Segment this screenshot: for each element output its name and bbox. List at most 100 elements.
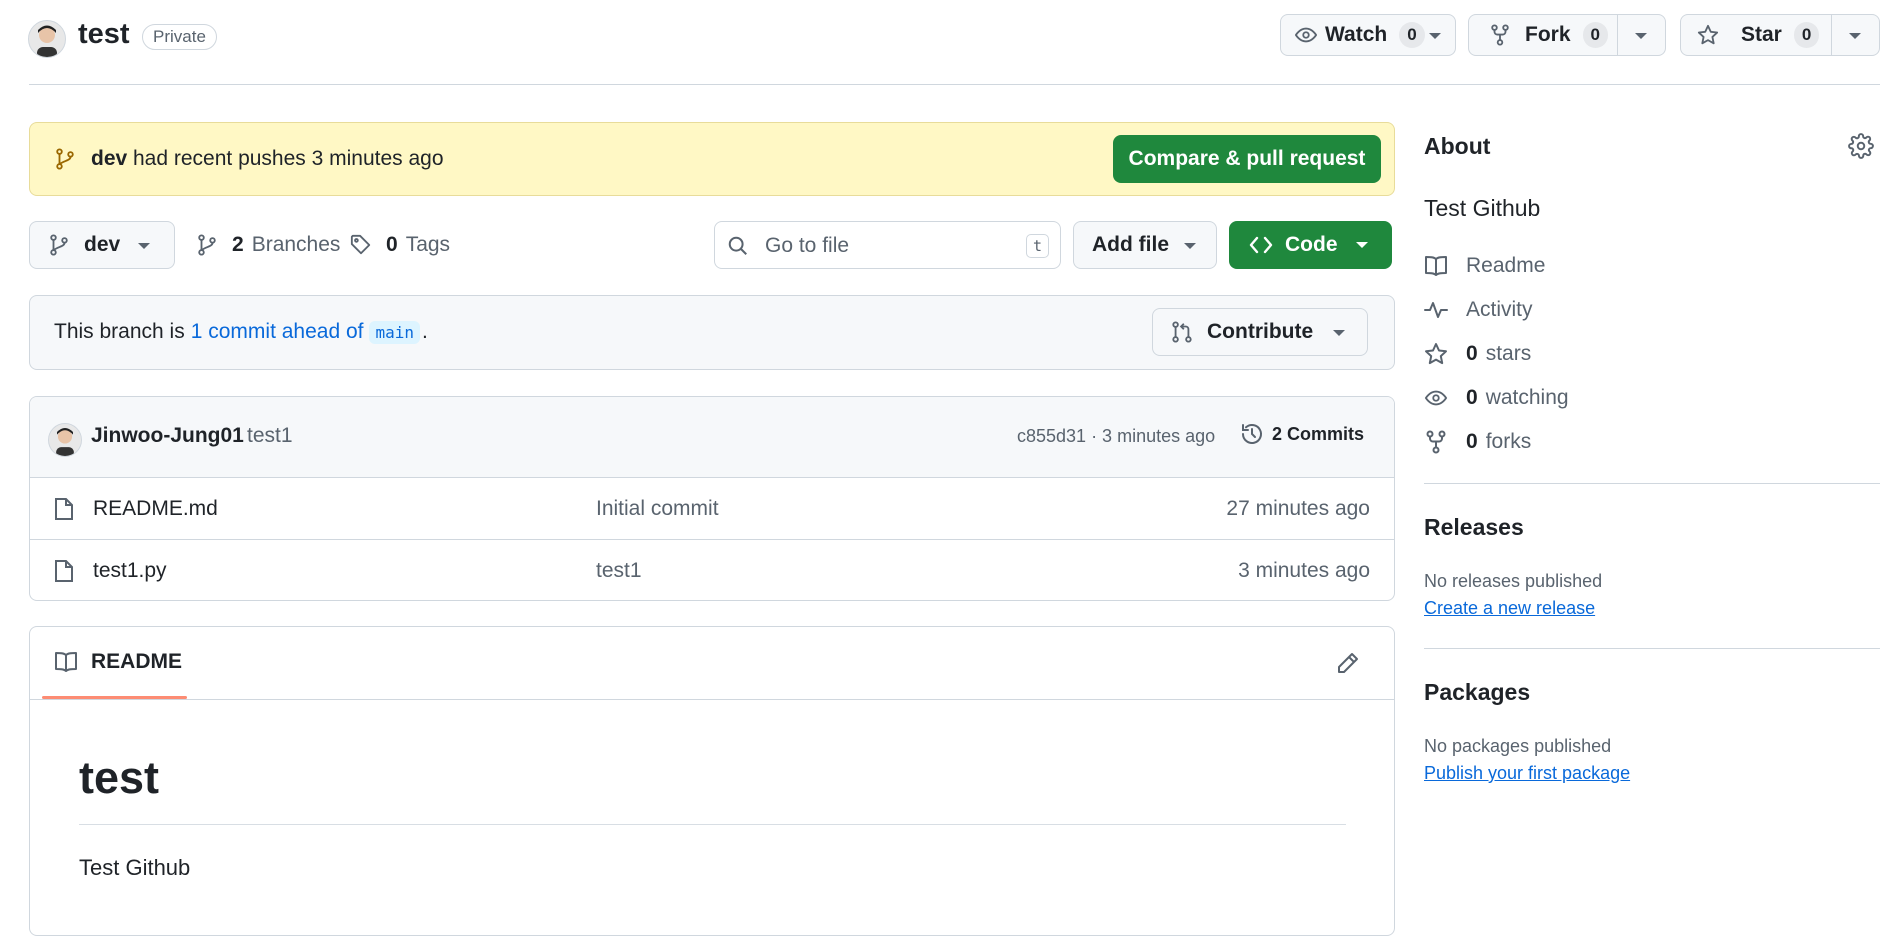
tags-label: Tags [405,233,451,256]
search-icon [727,235,749,257]
eye-icon [1295,24,1317,46]
file-icon [54,559,74,583]
about-readme-link[interactable]: Readme [1424,254,1545,278]
branch-status-prefix: This branch is [54,320,185,343]
sidebar-divider [1424,483,1880,484]
readme-tab[interactable]: README [42,627,187,699]
eye-icon [1424,387,1466,409]
readme-body: Test Github [79,855,191,880]
publish-package-link[interactable]: Publish your first package [1424,763,1630,784]
commit-author[interactable]: Jinwoo-Jung01 [91,424,244,448]
releases-empty-text: No releases published [1424,571,1603,591]
go-to-file-input[interactable]: Go to file t [714,221,1061,269]
branch-selector[interactable]: dev [29,221,175,269]
shortcut-key: t [1025,234,1049,258]
commits-link[interactable]: 2 Commits [1240,422,1364,446]
commits-ahead-link[interactable]: 1 commit ahead of [191,320,364,344]
fork-icon [1424,430,1466,454]
about-stars-link[interactable]: 0 stars [1424,342,1531,366]
fork-button[interactable]: Fork 0 [1468,14,1666,56]
packages-empty-text: No packages published [1424,736,1612,756]
readme-heading: test [79,752,160,803]
packages-title[interactable]: Packages [1424,679,1530,706]
about-activity-link[interactable]: Activity [1424,298,1533,322]
fork-count: 0 [1582,22,1608,48]
file-name[interactable]: test1.py [93,559,167,583]
add-file-button[interactable]: Add file [1073,221,1217,269]
recent-pushes-banner: dev had recent pushes 3 minutes ago Comp… [29,122,1395,196]
book-icon [54,651,78,673]
banner-branch-name[interactable]: dev [91,147,127,171]
branch-status-box: This branch is 1 commit ahead of main . … [29,295,1395,370]
commit-meta[interactable]: c855d31 · 3 minutes ago [1017,426,1215,447]
tags-link[interactable]: 0 Tags [350,233,450,257]
repo-avatar[interactable] [28,20,66,58]
compare-pull-request-label: Compare & pull request [1128,147,1366,170]
file-commit-message[interactable]: test1 [596,559,642,583]
base-branch-label[interactable]: main [369,320,421,344]
branches-count: 2 [232,233,244,256]
pull-request-icon [1171,321,1193,343]
about-description: Test Github [1424,195,1541,221]
star-icon [1697,24,1719,46]
readme-heading-rule [79,824,1346,825]
star-count: 0 [1793,22,1820,48]
pulse-icon [1424,299,1466,321]
branch-icon [196,234,218,256]
latest-commit-row: Jinwoo-Jung01 test1 c855d31 · 3 minutes … [30,397,1394,477]
code-label: Code [1285,233,1338,256]
stars-label: stars [1485,342,1532,365]
watching-count: 0 [1466,386,1478,409]
commit-message[interactable]: test1 [247,424,293,448]
tag-icon [350,234,372,256]
about-title: About [1424,133,1491,159]
tags-count: 0 [386,233,398,256]
author-avatar[interactable] [48,423,82,457]
watch-count: 0 [1399,22,1425,48]
visibility-badge: Private [142,24,217,50]
watch-button[interactable]: Watch 0 [1280,14,1456,56]
branches-label: Branches [251,233,341,256]
code-button[interactable]: Code [1229,221,1392,269]
pencil-icon[interactable] [1336,651,1360,675]
fork-dropdown-icon[interactable] [1635,33,1647,39]
file-list: Jinwoo-Jung01 test1 c855d31 · 3 minutes … [29,396,1395,601]
chevron-down-icon [1356,242,1368,248]
about-forks-link[interactable]: 0 forks [1424,430,1531,454]
commits-count-label: 2 Commits [1272,423,1365,444]
chevron-down-icon [1184,243,1196,249]
header-divider [29,84,1880,85]
stars-count: 0 [1466,342,1478,365]
readme-box: README test Test Github [29,626,1395,936]
branch-status-suffix: . [422,320,428,343]
chevron-down-icon [1333,330,1345,336]
star-button[interactable]: Star 0 [1680,14,1880,56]
file-commit-message[interactable]: Initial commit [596,497,719,521]
star-label: Star [1741,23,1782,46]
book-icon [1424,255,1466,277]
go-to-file-placeholder: Go to file [765,234,850,257]
about-watching-link[interactable]: 0 watching [1424,386,1569,410]
add-file-label: Add file [1092,233,1169,256]
sidebar-divider [1424,648,1880,649]
watch-label: Watch [1325,23,1388,46]
about-readme-label: Readme [1466,254,1546,277]
file-row[interactable]: test1.py test1 3 minutes ago [30,540,1394,600]
file-row[interactable]: README.md Initial commit 27 minutes ago [30,478,1394,539]
gear-icon[interactable] [1848,133,1874,159]
contribute-button[interactable]: Contribute [1152,308,1368,356]
star-dropdown-icon[interactable] [1849,33,1861,39]
repo-name[interactable]: test [78,18,130,51]
releases-title[interactable]: Releases [1424,514,1524,541]
compare-pull-request-button[interactable]: Compare & pull request [1113,135,1381,183]
create-release-link[interactable]: Create a new release [1424,598,1595,619]
branches-link[interactable]: 2 Branches [196,233,340,257]
file-name[interactable]: README.md [93,497,218,521]
contribute-label: Contribute [1207,320,1314,343]
forks-label: forks [1485,430,1532,453]
banner-text: had recent pushes 3 minutes ago [133,147,444,170]
branch-status-text: This branch is 1 commit ahead of main . [54,320,428,344]
watch-dropdown-icon[interactable] [1429,33,1441,39]
history-icon [1240,422,1264,446]
file-commit-time: 27 minutes ago [1226,497,1370,520]
